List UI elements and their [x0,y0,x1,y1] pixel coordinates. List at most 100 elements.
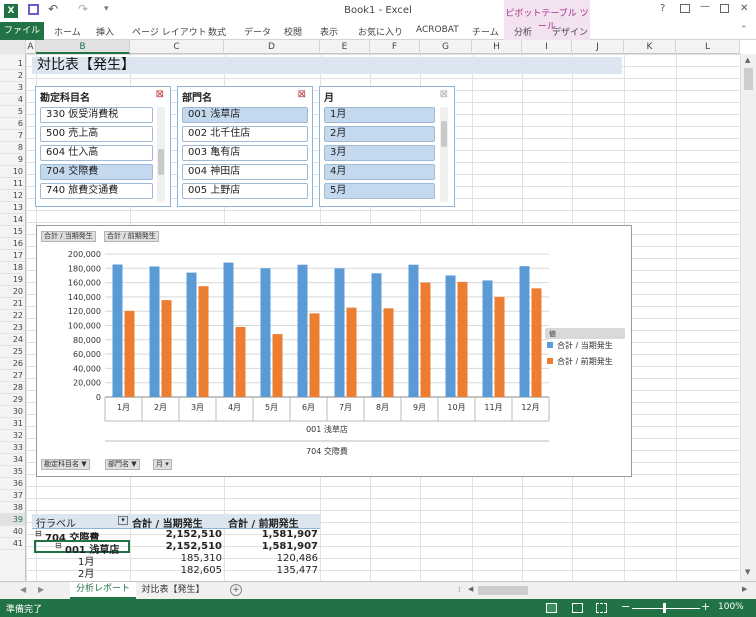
row-header-33[interactable]: 33 [0,442,25,454]
row-header-17[interactable]: 17 [0,250,25,262]
row-header-21[interactable]: 21 [0,298,25,310]
row-header-18[interactable]: 18 [0,262,25,274]
maximize-icon[interactable] [720,4,729,13]
slicer-month[interactable]: 月 ⊠ 1月 2月 3月 4月 5月 [319,86,455,207]
row-header-16[interactable]: 16 [0,238,25,250]
row-header-1[interactable]: 1 [0,58,25,70]
row-header-2[interactable]: 2 [0,70,25,82]
row-header-35[interactable]: 35 [0,466,25,478]
tab-design[interactable]: デザイン [552,25,588,38]
col-header-f[interactable]: F [370,40,420,54]
scroll-thumb[interactable] [158,149,164,175]
horizontal-scroll-thumb[interactable] [478,586,528,595]
slicer-department[interactable]: 部門名 ⊠ 001 浅草店 002 北千住店 003 亀有店 004 神田店 0… [177,86,313,207]
zoom-slider-thumb[interactable] [663,603,666,613]
scroll-thumb[interactable] [441,121,447,147]
row-header-11[interactable]: 11 [0,178,25,190]
row-header-5[interactable]: 5 [0,106,25,118]
col-header-i[interactable]: I [522,40,572,54]
col-header-g[interactable]: G [420,40,472,54]
col-header-h[interactable]: H [472,40,522,54]
slicer-item[interactable]: 604 仕入高 [40,145,153,161]
row-header-31[interactable]: 31 [0,418,25,430]
tab-page-layout[interactable]: ページ レイアウト [132,25,207,38]
col-header-a[interactable]: A [26,40,36,54]
page-break-view-icon[interactable] [596,603,607,613]
slicer-item[interactable]: 330 仮受消費税 [40,107,153,123]
prev-sheet-icon[interactable]: ◀ [20,585,26,594]
clear-filter-icon[interactable]: ⊠ [440,89,448,100]
scroll-right-icon[interactable]: ▶ [742,585,747,593]
pivot-chart[interactable]: 合計 / 当期発生 合計 / 前期発生 0 20,000 40,000 60,000 8… [36,225,632,477]
slicer-scrollbar[interactable] [157,107,165,202]
row-header-25[interactable]: 25 [0,346,25,358]
filter-field-chip-department[interactable]: 部門名 ▼ [105,459,140,470]
scroll-up-icon[interactable]: ▲ [745,56,750,64]
tab-home[interactable]: ホーム [54,25,81,38]
row-header-4[interactable]: 4 [0,94,25,106]
clear-filter-icon[interactable]: ⊠ [298,89,306,100]
filter-dropdown-icon[interactable]: ▾ [118,516,128,525]
tab-insert[interactable]: 挿入 [96,25,114,38]
tab-formulas[interactable]: 数式 [208,25,226,38]
row-header-8[interactable]: 8 [0,142,25,154]
slicer-item-selected[interactable]: 4月 [324,164,435,180]
slicer-item[interactable]: 005 上野店 [182,183,308,199]
row-header-27[interactable]: 27 [0,370,25,382]
slicer-item-selected[interactable]: 5月 [324,183,435,199]
row-header-26[interactable]: 26 [0,358,25,370]
scroll-left-icon[interactable]: ◀ [468,585,473,593]
slicer-item[interactable]: 740 旅費交通費 [40,183,153,199]
slicer-item[interactable]: 003 亀有店 [182,145,308,161]
tab-view[interactable]: 表示 [320,25,338,38]
tab-acrobat[interactable]: ACROBAT [416,25,459,35]
help-icon[interactable]: ? [660,3,665,14]
col-header-d[interactable]: D [224,40,320,54]
zoom-out-icon[interactable]: − [621,600,630,613]
normal-view-icon[interactable] [546,603,557,613]
slicer-item-selected[interactable]: 1月 [324,107,435,123]
row-header-38[interactable]: 38 [0,502,25,514]
row-header-22[interactable]: 22 [0,310,25,322]
col-header-j[interactable]: J [572,40,624,54]
split-handle-icon[interactable]: ⁞ [458,585,461,594]
slicer-item[interactable]: 004 神田店 [182,164,308,180]
row-header-9[interactable]: 9 [0,154,25,166]
row-header-40[interactable]: 40 [0,526,25,538]
row-header-23[interactable]: 23 [0,322,25,334]
slicer-scrollbar[interactable] [440,107,448,202]
sheet-tab-active[interactable]: 分析レポート [70,582,136,599]
col-header-b[interactable]: B [36,40,130,54]
ribbon-display-icon[interactable] [680,4,690,13]
row-header-13[interactable]: 13 [0,202,25,214]
row-header-20[interactable]: 20 [0,286,25,298]
row-header-29[interactable]: 29 [0,394,25,406]
vertical-scrollbar[interactable]: ▲ ▼ [740,54,756,581]
col-header-e[interactable]: E [320,40,370,54]
scroll-thumb[interactable] [744,68,753,90]
zoom-in-icon[interactable]: + [701,600,710,613]
row-header-6[interactable]: 6 [0,118,25,130]
collapse-icon[interactable]: ⊟ [35,529,42,538]
filter-field-chip-account[interactable]: 勘定科目名 ▼ [41,459,90,470]
tab-favorites[interactable]: お気に入り [358,25,403,38]
add-sheet-icon[interactable]: + [230,584,242,596]
filter-field-chip-month[interactable]: 月 ▾ [153,459,172,470]
row-header-12[interactable]: 12 [0,190,25,202]
slicer-item-selected[interactable]: 704 交際費 [40,164,153,180]
row-header-37[interactable]: 37 [0,490,25,502]
clear-filter-icon[interactable]: ⊠ [156,89,164,100]
row-header-24[interactable]: 24 [0,334,25,346]
slicer-item-selected[interactable]: 001 浅草店 [182,107,308,123]
zoom-slider-track[interactable] [632,608,700,609]
collapse-ribbon-icon[interactable]: ⌃ [740,25,748,35]
row-header-28[interactable]: 28 [0,382,25,394]
tab-data[interactable]: データ [244,25,271,38]
row-header-36[interactable]: 36 [0,478,25,490]
row-header-10[interactable]: 10 [0,166,25,178]
row-header-32[interactable]: 32 [0,430,25,442]
row-header-30[interactable]: 30 [0,406,25,418]
select-all-corner[interactable] [0,40,26,54]
row-header-19[interactable]: 19 [0,274,25,286]
col-header-c[interactable]: C [130,40,224,54]
